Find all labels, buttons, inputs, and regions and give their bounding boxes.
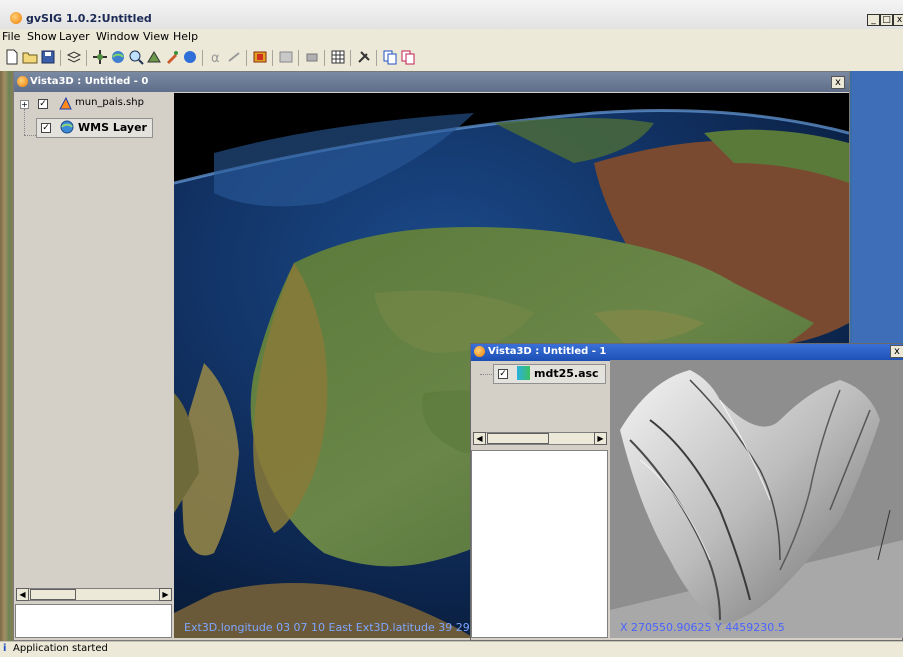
settings-tools-icon[interactable] bbox=[356, 49, 372, 65]
vista3d-window-1-close-button[interactable]: x bbox=[890, 345, 903, 358]
pan-icon[interactable] bbox=[92, 49, 108, 65]
scroll-right-button[interactable]: ▶ bbox=[159, 588, 172, 601]
new-file-icon[interactable] bbox=[4, 49, 20, 65]
menu-layer[interactable]: Layer bbox=[59, 30, 90, 43]
close-button[interactable]: x bbox=[893, 14, 903, 26]
tree-line bbox=[480, 374, 492, 376]
info-icon: i bbox=[3, 643, 7, 654]
earth-icon[interactable] bbox=[182, 49, 198, 65]
raster-icon bbox=[517, 366, 530, 380]
tree-line bbox=[24, 135, 36, 137]
copy-icon[interactable] bbox=[382, 49, 398, 65]
toolbar-separator bbox=[202, 50, 203, 66]
tool-icon[interactable] bbox=[164, 49, 180, 65]
toc-panel-0 bbox=[15, 93, 173, 638]
alpha-icon[interactable]: α bbox=[208, 49, 224, 65]
vista3d-window-1-title: Vista3D : Untitled - 1 bbox=[488, 346, 607, 357]
tree-line bbox=[24, 109, 26, 135]
point-icon[interactable] bbox=[226, 49, 242, 65]
save-icon[interactable] bbox=[40, 49, 56, 65]
background-map-strip bbox=[0, 71, 14, 641]
toolbar: α bbox=[0, 45, 903, 72]
globe-coordinate-readout: Ext3D.longitude 03 07 10 East Ext3D.lati… bbox=[184, 621, 470, 634]
layers-icon[interactable] bbox=[66, 49, 82, 65]
toolbar-separator bbox=[298, 50, 299, 66]
toolbar-separator bbox=[60, 50, 61, 66]
scroll-right-button[interactable]: ▶ bbox=[594, 432, 607, 445]
menu-bar: File Show Layer Window View Help bbox=[0, 29, 903, 45]
open-folder-icon[interactable] bbox=[22, 49, 38, 65]
layer-name[interactable]: mdt25.asc bbox=[534, 367, 599, 380]
gvsig-window-icon bbox=[17, 76, 28, 87]
vista3d-window-0-close-button[interactable]: x bbox=[831, 76, 845, 89]
layer-checkbox-mdt25[interactable]: ✓ bbox=[498, 369, 508, 379]
grid-icon[interactable] bbox=[330, 49, 346, 65]
paste-icon[interactable] bbox=[400, 49, 416, 65]
layer-name[interactable]: mun_pais.shp bbox=[75, 97, 144, 108]
scroll-thumb[interactable] bbox=[30, 589, 76, 600]
svg-text:α: α bbox=[211, 51, 220, 65]
toolbar-separator bbox=[246, 50, 247, 66]
toc-info-panel bbox=[471, 450, 608, 638]
menu-help[interactable]: Help bbox=[173, 30, 198, 43]
scroll-left-button[interactable]: ◀ bbox=[473, 432, 486, 445]
terrain-render bbox=[610, 360, 903, 638]
gvsig-logo-icon bbox=[10, 12, 22, 24]
scroll-left-button[interactable]: ◀ bbox=[16, 588, 29, 601]
menu-window[interactable]: Window bbox=[96, 30, 139, 43]
wms-icon bbox=[60, 120, 74, 134]
print-icon[interactable] bbox=[304, 49, 320, 65]
minimize-button[interactable]: _ bbox=[867, 14, 880, 26]
table-icon[interactable] bbox=[278, 49, 294, 65]
toc-info-panel bbox=[15, 604, 172, 638]
zoom-icon[interactable] bbox=[128, 49, 144, 65]
toolbar-separator bbox=[86, 50, 87, 66]
gvsig-window-icon bbox=[474, 346, 485, 357]
rotate-globe-icon[interactable] bbox=[110, 49, 126, 65]
layer-checkbox-wms[interactable]: ✓ bbox=[41, 123, 51, 133]
scroll-thumb[interactable] bbox=[487, 433, 549, 444]
layer-checkbox-mun-pais[interactable]: ✓ bbox=[38, 99, 48, 109]
layer-properties-icon[interactable] bbox=[252, 49, 268, 65]
maximize-button[interactable]: □ bbox=[880, 14, 893, 26]
status-text: Application started bbox=[13, 643, 108, 654]
toolbar-separator bbox=[324, 50, 325, 66]
toolbar-separator bbox=[376, 50, 377, 66]
vista3d-window-0-title: Vista3D : Untitled - 0 bbox=[30, 76, 149, 87]
status-bar bbox=[0, 641, 903, 657]
toolbar-separator bbox=[272, 50, 273, 66]
navigation-icon[interactable] bbox=[146, 49, 162, 65]
menu-view[interactable]: View bbox=[143, 30, 169, 43]
toolbar-separator bbox=[350, 50, 351, 66]
expand-toggle[interactable]: + bbox=[20, 100, 29, 109]
layer-name[interactable]: WMS Layer bbox=[78, 121, 147, 134]
app-title: gvSIG 1.0.2:Untitled bbox=[26, 12, 152, 25]
terrain-3d-viewport[interactable] bbox=[610, 360, 903, 638]
menu-file[interactable]: File bbox=[2, 30, 20, 43]
shapefile-icon bbox=[59, 97, 72, 110]
terrain-coordinate-readout: X 270550.90625 Y 4459230.5 bbox=[620, 621, 785, 634]
menu-show[interactable]: Show bbox=[27, 30, 57, 43]
